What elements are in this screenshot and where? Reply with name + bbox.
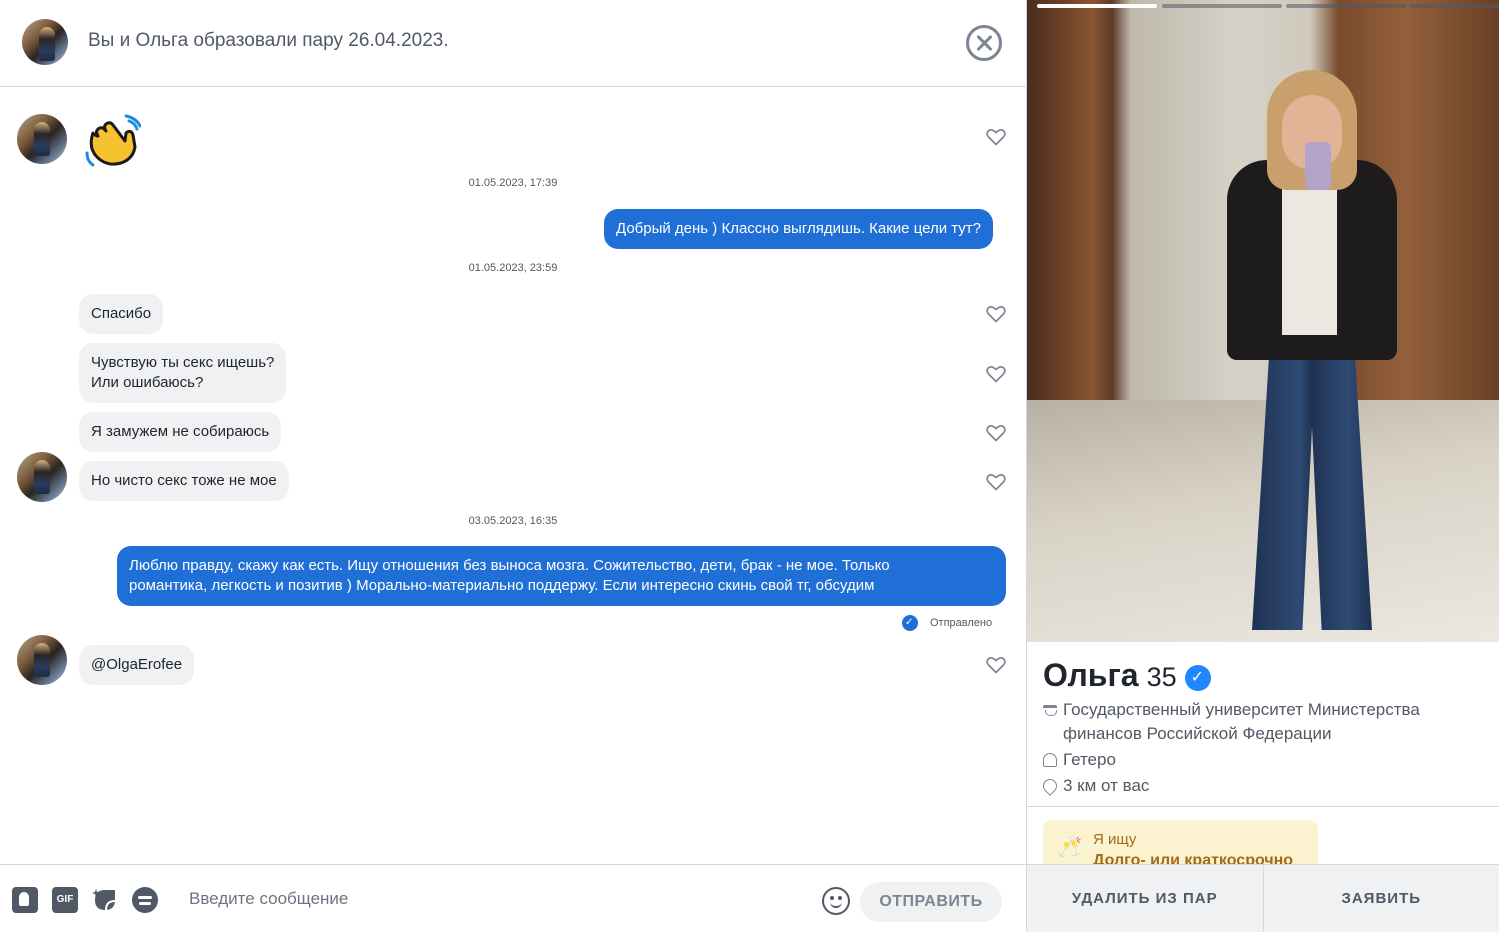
message-list: 01.05.2023, 17:39 Добрый день ) Классно … [0, 88, 1026, 864]
profile-action-bar: УДАЛИТЬ ИЗ ПАР ЗАЯВИТЬ [1027, 864, 1499, 932]
avatar[interactable] [17, 635, 67, 685]
person-icon [1043, 753, 1057, 767]
incoming-message[interactable]: Чувствую ты секс ищешь? Или ошибаюсь? [79, 343, 287, 403]
incoming-message[interactable]: Я замужем не собираюсь [79, 412, 282, 452]
match-info-text: Вы и Ольга образовали пару 26.04.2023. [88, 30, 449, 51]
app-window: Вы и Ольга образовали пару 26.04.2023. 0… [0, 0, 1499, 932]
profile-name-row: Ольга 35 [1043, 657, 1211, 694]
spotify-icon[interactable] [132, 887, 158, 913]
outgoing-message[interactable]: Люблю правду, скажу как есть. Ищу отноше… [117, 546, 1006, 606]
divider [1027, 806, 1499, 807]
orientation-text: Гетеро [1063, 750, 1116, 769]
sticker-shape [92, 889, 116, 911]
distance-text: 3 км от вас [1063, 776, 1150, 795]
message-timestamp: 01.05.2023, 17:39 [468, 177, 558, 189]
profile-distance: 3 км от вас [1040, 774, 1150, 798]
heart-icon [986, 474, 1006, 491]
send-button[interactable]: ОТПРАВИТЬ [860, 882, 1002, 922]
like-message-button[interactable] [986, 128, 1006, 146]
like-message-button[interactable] [986, 424, 1006, 442]
message-timestamp: 03.05.2023, 16:35 [468, 515, 558, 527]
wave-emoji-message [83, 113, 142, 171]
avatar[interactable] [22, 19, 68, 65]
looking-for-title: Я ищу [1093, 831, 1137, 848]
report-button[interactable]: ЗАЯВИТЬ [1262, 865, 1499, 932]
heart-icon [986, 306, 1006, 323]
profile-orientation: Гетеро [1043, 748, 1116, 772]
incoming-message[interactable]: Спасибо [79, 294, 164, 334]
photo-progress-segment[interactable] [1162, 4, 1282, 8]
heart-icon [986, 425, 1006, 442]
photo-progress-segment[interactable] [1286, 4, 1406, 8]
heart-icon [986, 366, 1006, 383]
location-pin-icon [1040, 776, 1060, 796]
profile-pane: Ольга 35 Государственный университет Мин… [1027, 0, 1499, 932]
heart-icon [986, 129, 1006, 146]
photo-progress-segment[interactable] [1037, 4, 1157, 8]
waving-hand-icon [85, 114, 142, 167]
verified-icon [1184, 664, 1211, 691]
profile-photo[interactable] [1027, 0, 1499, 642]
photo-progress-segment[interactable] [1410, 4, 1499, 8]
school-text: Государственный университет Министерства… [1063, 700, 1420, 743]
school-icon [1043, 705, 1057, 719]
profile-age: 35 [1146, 662, 1177, 692]
champagne-icon: 🥂 [1057, 836, 1082, 858]
outgoing-message[interactable]: Добрый день ) Классно выглядишь. Какие ц… [604, 209, 994, 249]
sticker-icon[interactable] [92, 887, 118, 913]
incoming-message[interactable]: Но чисто секс тоже не мое [79, 461, 289, 501]
like-message-button[interactable] [986, 473, 1006, 491]
profile-name: Ольга [1043, 657, 1139, 693]
emoji-icon[interactable] [822, 887, 850, 915]
contact-icon[interactable] [12, 887, 38, 913]
unmatch-button[interactable]: УДАЛИТЬ ИЗ ПАР [1027, 865, 1263, 932]
message-composer: GIF ОТПРАВИТЬ [0, 864, 1026, 932]
gif-icon[interactable]: GIF [52, 887, 78, 913]
like-message-button[interactable] [986, 656, 1006, 674]
incoming-message[interactable]: @OlgaErofee [79, 645, 195, 685]
avatar[interactable] [17, 114, 67, 164]
message-line: романтика, легкость и позитив ) Морально… [129, 577, 875, 594]
message-delivery-status: Отправлено [902, 615, 992, 631]
chat-header: Вы и Ольга образовали пару 26.04.2023. [0, 0, 1026, 87]
message-timestamp: 01.05.2023, 23:59 [468, 262, 558, 274]
avatar[interactable] [17, 452, 67, 502]
message-input[interactable] [176, 879, 806, 919]
like-message-button[interactable] [986, 365, 1006, 383]
message-line: Люблю правду, скажу как есть. Ищу отноше… [129, 557, 890, 574]
close-chat-button[interactable] [966, 25, 1002, 61]
message-line: Чувствую ты секс ищешь? [91, 354, 275, 371]
like-message-button[interactable] [986, 305, 1006, 323]
chat-pane: Вы и Ольга образовали пару 26.04.2023. 0… [0, 0, 1027, 932]
sent-check-icon [902, 615, 918, 631]
sent-status-label: Отправлено [930, 617, 993, 629]
heart-icon [986, 657, 1006, 674]
message-line: Или ошибаюсь? [91, 374, 204, 391]
photo-person [1227, 70, 1397, 630]
profile-school: Государственный университет Министерства… [1043, 698, 1499, 746]
